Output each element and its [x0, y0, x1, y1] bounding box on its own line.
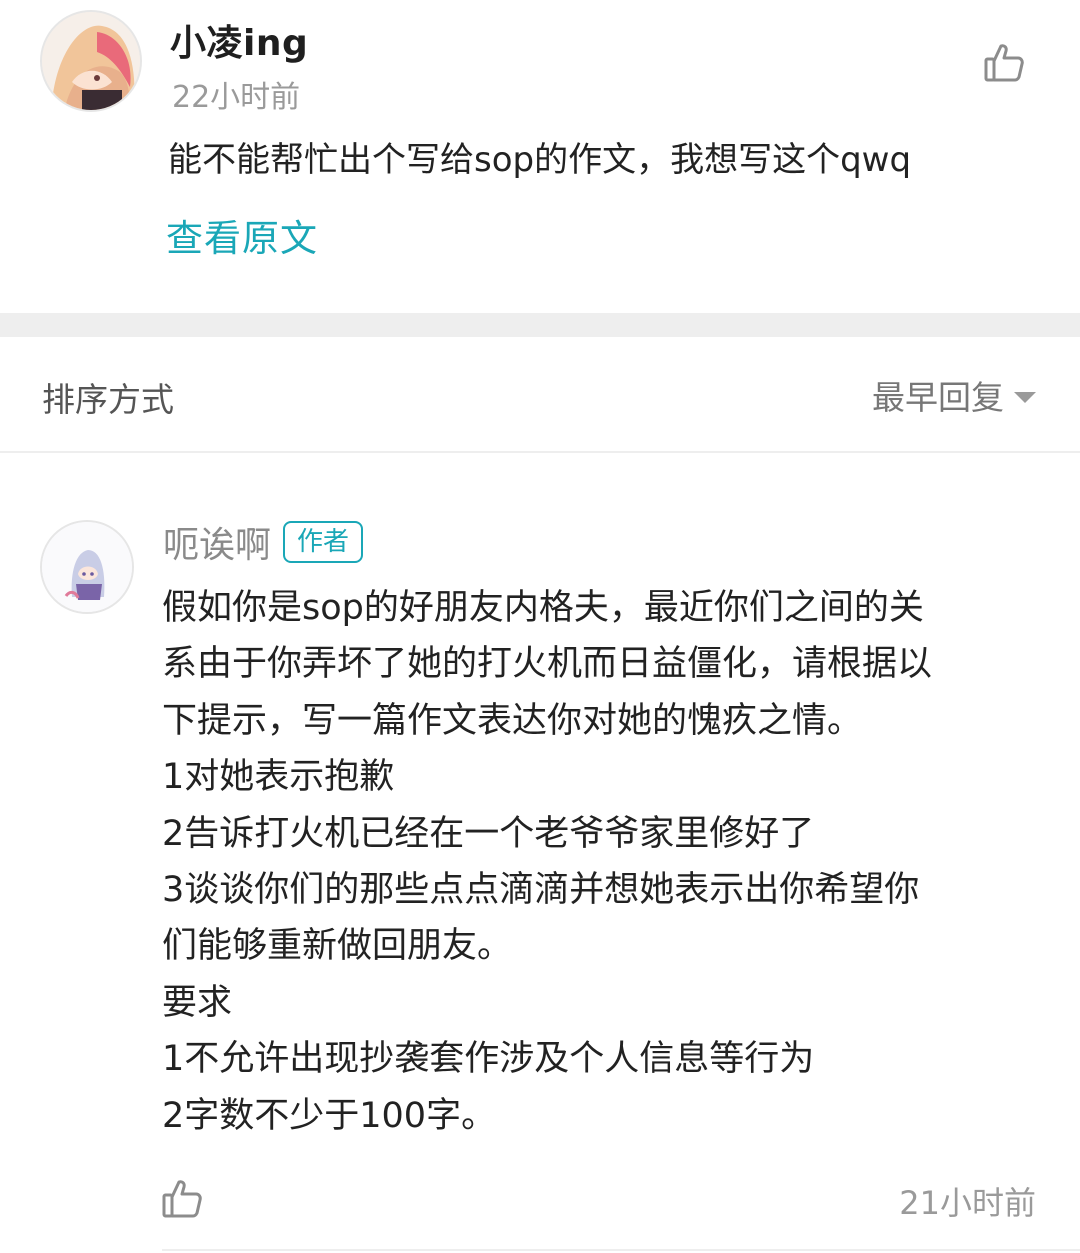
reply-line: 3谈谈你们的那些点点滴滴并想她表示出你希望你 — [162, 870, 920, 911]
reply-line: 1对她表示抱歉 — [162, 757, 395, 798]
comment-text: 能不能帮忙出个写给sop的作文，我想写这个qwq — [168, 140, 912, 180]
section-divider — [0, 313, 1080, 337]
reply-timestamp: 21小时前 — [899, 1184, 1036, 1222]
sort-order-value: 最早回复 — [872, 378, 1004, 417]
reply-line: 要求 — [162, 982, 233, 1023]
sort-bar: 排序方式 最早回复 — [0, 337, 1080, 453]
comment-timestamp: 22小时前 — [172, 80, 301, 115]
view-original-link[interactable]: 查看原文 — [166, 208, 318, 262]
user-avatar[interactable] — [40, 10, 142, 112]
sort-label: 排序方式 — [42, 380, 174, 419]
reply-line: 1不允许出现抄袭套作涉及个人信息等行为 — [162, 1039, 815, 1080]
reply-header: 呃诶啊 作者 — [163, 516, 364, 568]
reply-line: 们能够重新做回朋友。 — [162, 926, 513, 967]
parent-comment: 小凌ing 22小时前 能不能帮忙出个写给sop的作文，我想写这个qwq 查看原… — [0, 0, 1080, 313]
reply-username[interactable]: 呃诶啊 — [163, 516, 271, 568]
reply-line: 2告诉打火机已经在一个老爷爷家里修好了 — [162, 813, 815, 854]
reply-line: 2字数不少于100字。 — [162, 1095, 497, 1136]
reply-line: 系由于你弄坏了她的打火机而日益僵化，请根据以 — [162, 644, 933, 685]
reply-text: 假如你是sop的好朋友内格夫，最近你们之间的关 系由于你弄坏了她的打火机而日益僵… — [162, 580, 1042, 1144]
thumbs-up-icon[interactable] — [160, 1176, 204, 1220]
reply-line: 假如你是sop的好朋友内格夫，最近你们之间的关 — [162, 588, 924, 628]
sort-order-dropdown[interactable]: 最早回复 — [872, 373, 1036, 417]
reply-divider — [162, 1249, 1080, 1251]
reply-line: 下提示，写一篇作文表达你对她的愧疚之情。 — [162, 700, 863, 741]
author-badge: 作者 — [283, 521, 364, 563]
comment-username[interactable]: 小凌ing — [170, 14, 308, 66]
caret-down-icon — [1014, 391, 1036, 403]
reply-user-avatar[interactable] — [40, 520, 134, 614]
comment-thread-page: 小凌ing 22小时前 能不能帮忙出个写给sop的作文，我想写这个qwq 查看原… — [0, 0, 1080, 1253]
thumbs-up-icon[interactable] — [982, 40, 1026, 84]
